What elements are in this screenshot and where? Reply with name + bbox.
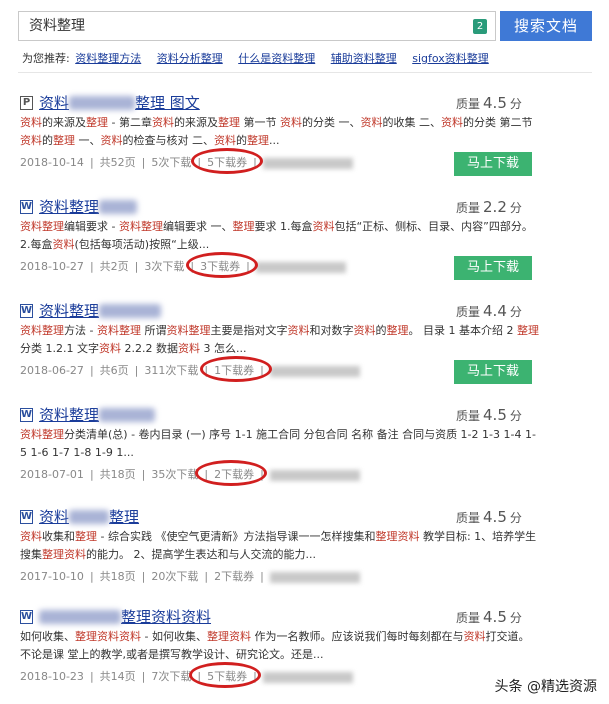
quality-score: 质量 4.5 分 [456,406,522,424]
result-title-text[interactable]: 资料整理 [39,302,99,320]
recommend-link[interactable]: sigfox资料整理 [412,52,489,65]
pdf-file-icon: P [20,95,33,110]
download-button[interactable]: 马上下载 [454,152,532,176]
result-snippet: 资料整理编辑要求 - 资料整理编辑要求 一、整理要求 1.每盒资料包括“正标、侧… [20,220,533,251]
result-snippet: 如何收集、整理资料资料 - 如何收集、整理资料 作为一名教师。应该说我们每时每刻… [20,630,530,661]
search-button[interactable]: 搜索文档 [500,11,592,41]
coupon-count: 2下载券 [214,570,255,583]
word-file-icon: W [20,509,33,524]
download-button[interactable]: 马上下载 [454,256,532,280]
highlight-circle [186,252,258,278]
recommend-link[interactable]: 什么是资料整理 [238,52,315,65]
highlight-circle [195,460,267,486]
highlight-circle [191,148,263,174]
recommend-link[interactable]: 资料分析整理 [157,52,223,65]
download-button[interactable]: 马上下载 [454,360,532,384]
blurred-text [69,95,136,110]
result-snippet: 资料收集和整理 - 综合实践 《使空气更清新》方法指导课一一怎样搜集和整理资料 … [20,530,537,561]
result-title-text[interactable]: 整理 图文 [135,94,200,112]
highlight-circle [189,662,261,688]
blurred-text [69,509,110,524]
divider [18,72,592,73]
result-meta: 2018-06-27 | 共6页 | 311次下载 | 1下载券 | [20,362,366,378]
blurred-text [99,303,162,318]
result-meta: 2018-10-14 | 共52页 | 5次下载 | 5下载券 | [20,154,359,170]
result-item: W 资料整理 质量 4.4 分 资料整理方法 - 资料整理 所谓资料整理主要是指对文字… [20,300,590,390]
result-title-text[interactable]: 整理资料资料 [121,608,211,626]
recommend-bar: 为您推荐: 资料整理方法 资料分析整理 什么是资料整理 辅助资料整理 sigfo… [22,50,501,66]
result-meta: 2018-07-01 | 共18页 | 35次下载 | 2下载券 | [20,466,366,482]
blurred-text [39,609,121,624]
word-file-icon: W [20,407,33,422]
quality-score: 质量 4.5 分 [456,94,522,112]
result-item: P 资料 整理 图文 质量 4.5 分 资料的来源及整理 - 第二章资料的来源及整理 第… [20,92,590,182]
result-title-text[interactable]: 资料整理 [39,198,99,216]
result-item: W 资料 整理 质量 4.5 分 资料收集和整理 - 综合实践 《使空气更清新》方法指导… [20,506,590,592]
result-snippet: 资料整理方法 - 资料整理 所谓资料整理主要是指对文字资料和对数字资料的整理。 … [20,324,539,355]
highlight-circle [200,356,272,382]
result-title[interactable]: W 资料整理 [20,300,162,320]
result-title-text[interactable]: 资料 [39,94,69,112]
search-input[interactable]: 资料整理 [18,11,496,41]
watermark: 头条 @精选资源 [494,679,597,695]
result-meta: 2017-10-10 | 共18页 | 20次下载 | 2下载券 | [20,568,366,584]
word-file-icon: W [20,609,33,624]
word-file-icon: W [20,303,33,318]
search-bar: 资料整理 2 搜索文档 [18,11,592,43]
result-title-text[interactable]: 整理 [109,508,139,526]
quality-score: 质量 4.4 分 [456,302,522,320]
result-title-text[interactable]: 资料 [39,508,69,526]
result-title-text[interactable]: 资料整理 [39,406,99,424]
quality-score: 质量 4.5 分 [456,508,522,526]
result-title[interactable]: W 资料整理 [20,404,156,424]
recommend-label: 为您推荐: [22,52,70,65]
result-item: W 资料整理 质量 2.2 分 资料整理编辑要求 - 资料整理编辑要求 一、整理要求 … [20,196,590,286]
recommend-link[interactable]: 资料整理方法 [75,52,141,65]
result-snippet: 资料的来源及整理 - 第二章资料的来源及整理 第一节 资料的分类 一、资料的收集… [20,116,533,147]
result-item: W 资料整理 质量 4.5 分 资料整理分类清单(总) - 卷内目录 (一) 序号 1… [20,404,590,494]
result-snippet: 资料整理分类清单(总) - 卷内目录 (一) 序号 1-1 施工合同 分包合同 … [20,428,536,459]
recommend-link[interactable]: 辅助资料整理 [331,52,397,65]
blurred-text [99,199,138,214]
quality-score: 质量 4.5 分 [456,608,522,626]
word-file-icon: W [20,199,33,214]
result-count-badge: 2 [473,19,487,34]
result-title[interactable]: W 资料整理 [20,196,138,216]
result-title[interactable]: W 整理资料资料 [20,606,211,626]
result-title[interactable]: W 资料 整理 [20,506,139,526]
quality-score: 质量 2.2 分 [456,198,522,216]
result-title[interactable]: P 资料 整理 图文 [20,92,200,112]
blurred-text [99,407,156,422]
